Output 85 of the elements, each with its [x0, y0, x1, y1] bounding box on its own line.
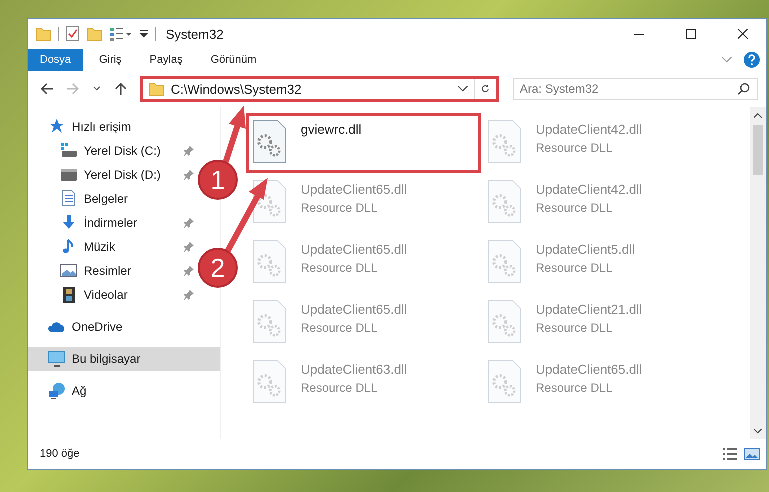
file-item[interactable]: UpdateClient65.dll Resource DLL — [246, 293, 481, 353]
search-icon[interactable] — [738, 83, 750, 95]
annotation-arrow — [223, 106, 246, 163]
close-icon — [738, 29, 748, 39]
details-view-icon[interactable] — [722, 447, 738, 461]
sidebar-item[interactable]: Bu bilgisayar — [28, 347, 220, 371]
file-item[interactable]: UpdateClient42.dll Resource DLL — [481, 173, 716, 233]
gear-file-icon — [488, 360, 522, 404]
file-name: UpdateClient5.dll — [536, 242, 636, 257]
refresh-icon — [481, 83, 490, 95]
sidebar-item[interactable]: OneDrive — [28, 315, 220, 339]
sidebar-item[interactable]: İndirmeler — [28, 211, 198, 235]
file-item[interactable]: UpdateClient42.dll Resource DLL — [481, 113, 716, 173]
file-type: Resource DLL — [301, 201, 379, 215]
gear-file-icon — [488, 180, 522, 224]
file-type: Resource DLL — [536, 381, 614, 395]
sidebar-item[interactable]: Yerel Disk (C:) — [28, 139, 198, 163]
picture-icon — [60, 262, 78, 280]
folder-icon — [149, 81, 165, 97]
address-path: C:\Windows\System32 — [170, 82, 303, 96]
sidebar-item[interactable]: Hızlı erişim — [28, 115, 220, 139]
properties-icon[interactable] — [109, 26, 133, 42]
file-type: Resource DLL — [301, 321, 379, 335]
chevron-down-icon — [458, 86, 468, 92]
drive-icon — [60, 166, 78, 184]
file-name: UpdateClient42.dll — [536, 182, 642, 197]
file-type: Resource DLL — [301, 261, 379, 275]
file-name: UpdateClient42.dll — [536, 122, 642, 137]
file-name: UpdateClient21.dll — [536, 302, 642, 317]
window-title: System32 — [166, 26, 224, 42]
ribbon-tab[interactable]: Görünüm — [198, 49, 269, 71]
file-name: UpdateClient65.dll — [536, 362, 642, 377]
file-item[interactable]: UpdateClient21.dll Resource DLL — [481, 293, 716, 353]
network-icon — [48, 382, 66, 400]
file-name: UpdateClient65.dll — [301, 182, 408, 197]
drive-icon — [60, 142, 78, 160]
file-item[interactable]: UpdateClient5.dll Resource DLL — [481, 233, 716, 293]
item-count: 190 öğe — [40, 448, 80, 460]
computer-icon — [48, 350, 66, 368]
file-item[interactable]: gviewrc.dll — [246, 113, 481, 173]
document-icon — [60, 190, 78, 208]
scrollbar[interactable] — [750, 107, 766, 439]
file-name: UpdateClient63.dll — [301, 362, 408, 377]
checkmark-icon[interactable] — [65, 26, 81, 42]
sidebar-item[interactable]: Videolar — [28, 283, 198, 307]
back-arrow-icon — [40, 82, 54, 96]
sidebar-item[interactable]: Ağ — [28, 379, 220, 403]
file-type: Resource DLL — [536, 141, 614, 155]
search-field[interactable]: Ara: System32 — [513, 78, 758, 100]
file-type: Resource DLL — [536, 321, 614, 335]
gear-file-icon — [253, 360, 287, 404]
gear-file-icon — [253, 120, 287, 164]
sidebar-item[interactable]: Müzik — [28, 235, 198, 259]
sidebar-item[interactable]: Yerel Disk (D:) — [28, 163, 198, 187]
sidebar-item[interactable]: Resimler — [28, 259, 198, 283]
ribbon-tab[interactable]: Giriş — [87, 49, 134, 71]
file-name: gviewrc.dll — [301, 122, 362, 137]
sidebar-item[interactable]: Belgeler — [28, 187, 198, 211]
file-name: UpdateClient65.dll — [301, 242, 408, 257]
film-icon — [60, 286, 78, 304]
file-name: UpdateClient65.dll — [301, 302, 408, 317]
file-type: Resource DLL — [536, 261, 614, 275]
help-icon[interactable] — [744, 52, 760, 68]
maximize-icon — [686, 29, 696, 39]
star-icon — [48, 118, 66, 136]
chevron-down-icon — [754, 428, 762, 434]
gear-file-icon — [253, 240, 287, 284]
file-item[interactable]: UpdateClient63.dll Resource DLL — [246, 353, 481, 413]
scrollbar-thumb[interactable] — [753, 125, 763, 175]
address-bar[interactable]: C:\Windows\System32 — [140, 76, 499, 102]
file-type: Resource DLL — [301, 381, 379, 395]
gear-file-icon — [488, 300, 522, 344]
file-item[interactable]: UpdateClient65.dll Resource DLL — [246, 233, 481, 293]
ribbon-tab[interactable]: Dosya — [28, 49, 84, 71]
gear-file-icon — [488, 240, 522, 284]
chevron-up-icon — [754, 112, 762, 118]
chevron-down-icon[interactable] — [722, 57, 732, 63]
file-type: Resource DLL — [536, 201, 614, 215]
ribbon-tab[interactable]: Paylaş — [138, 49, 195, 71]
up-arrow-icon — [114, 82, 128, 96]
forward-arrow-icon — [66, 82, 80, 96]
gear-file-icon — [253, 300, 287, 344]
file-item[interactable]: UpdateClient65.dll Resource DLL — [481, 353, 716, 413]
large-icons-view-icon[interactable] — [744, 447, 760, 461]
gear-file-icon — [488, 120, 522, 164]
